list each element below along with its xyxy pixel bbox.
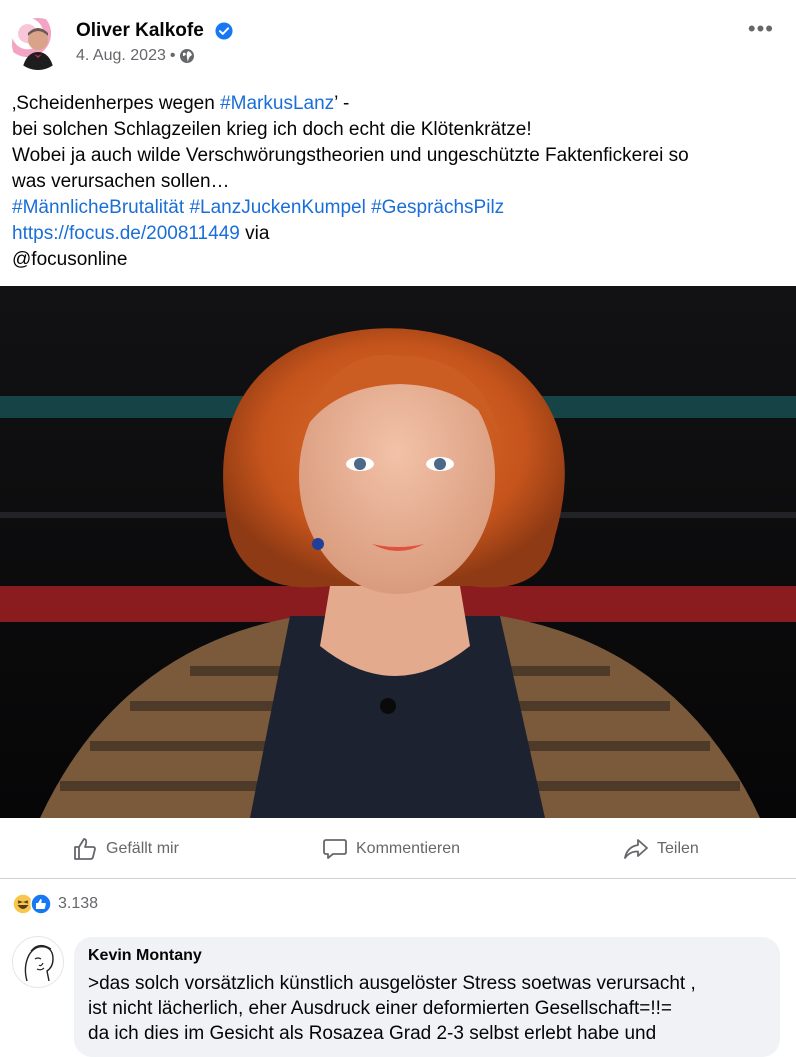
post-text-line: bei solchen Schlagzeilen krieg ich doch … [12,119,532,140]
comment-bubble: Kevin Montany >das solch vorsätzlich kün… [74,937,780,1057]
mention-link[interactable]: @focusonline [12,247,784,273]
comment-line: ist nicht lächerlich, eher Ausdruck eine… [88,998,673,1019]
comment-label: Kommentieren [356,840,461,857]
share-icon [624,839,648,859]
post-text-part: ‚Scheidenherpes wegen [12,93,221,114]
reaction-count: 3.138 [58,895,99,912]
post-text-part: via [239,223,270,244]
post-date[interactable]: 4. Aug. 2023 [76,47,166,65]
hashtag-link[interactable]: #MarkusLanz [220,93,334,114]
verified-badge-icon [215,22,233,40]
meta-separator: • [169,47,176,64]
more-options-button[interactable]: ••• [748,16,774,42]
share-button[interactable]: Teilen [623,836,699,862]
author-avatar[interactable] [12,18,64,70]
share-label: Teilen [657,840,699,857]
author-name[interactable]: Oliver Kalkofe [76,20,204,42]
post-header: Oliver Kalkofe 4. Aug. 2023 • ••• [0,0,796,86]
comment-icon [323,839,347,859]
hashtag-link[interactable]: #GesprächsPilz [371,197,504,218]
post-text-part: ’ - [334,93,350,114]
globe-icon [180,49,195,63]
hashtag-link[interactable]: #LanzJuckenKumpel [189,197,365,218]
comment-line: >das solch vorsätzlich künstlich ausgelö… [88,973,696,994]
url-link[interactable]: https://focus.de/200811449 [12,223,240,244]
comment-button[interactable]: Kommentieren [322,836,460,862]
thumbs-up-icon [74,838,96,860]
post-text-line: Wobei ja auch wilde Verschwörungstheorie… [12,145,689,166]
like-button[interactable]: Gefällt mir [72,836,179,862]
commenter-avatar[interactable] [12,936,64,988]
reaction-summary[interactable]: 3.138 [12,893,98,915]
post-actions-bar: Gefällt mir Kommentieren Teilen [0,818,796,879]
post-text: ‚Scheidenherpes wegen #MarkusLanz’ - bei… [12,91,784,273]
like-icon [30,893,52,915]
comment-author[interactable]: Kevin Montany [88,947,202,965]
post-photo[interactable] [0,286,796,818]
post-meta: 4. Aug. 2023 • [76,47,195,65]
comment-text: >das solch vorsätzlich künstlich ausgelö… [88,971,778,1046]
like-label: Gefällt mir [106,840,179,857]
post-text-line: was verursachen sollen… [12,171,230,192]
hashtag-link[interactable]: #MännlicheBrutalität [12,197,184,218]
comment-line: da ich dies im Gesicht als Rosazea Grad … [88,1023,657,1044]
